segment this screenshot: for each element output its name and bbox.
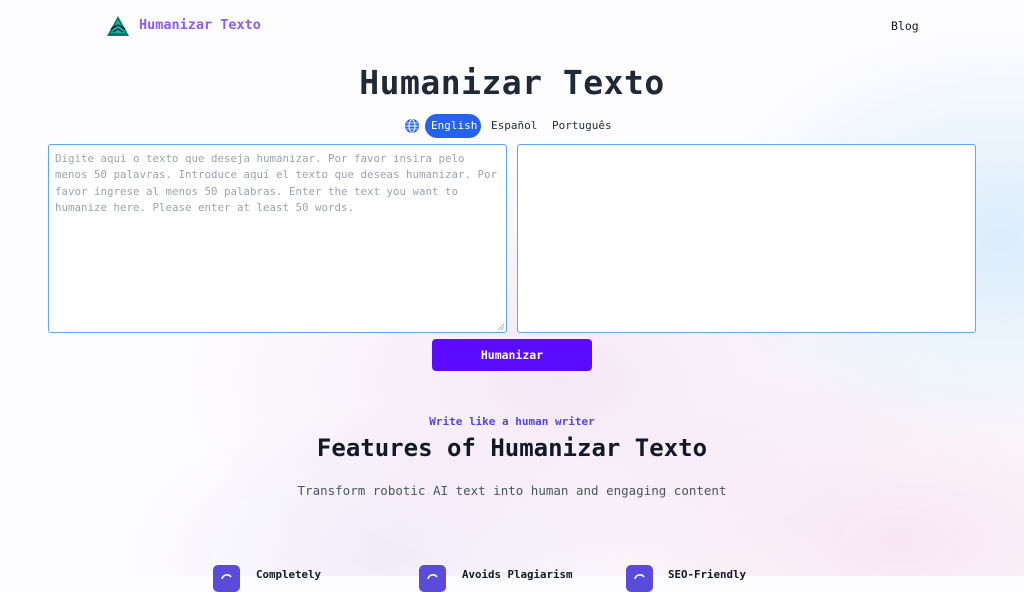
input-placeholder: Digite aqui o texto que deseja humanizar… [55, 152, 498, 214]
logo-icon[interactable] [106, 15, 130, 37]
input-textarea[interactable]: Digite aqui o texto que deseja humanizar… [48, 144, 507, 333]
lang-english[interactable]: English [425, 114, 481, 138]
refresh-icon [626, 565, 653, 592]
lang-espanol[interactable]: Español [485, 114, 543, 138]
nav-blog-link[interactable]: Blog [891, 19, 919, 33]
globe-icon [405, 119, 419, 133]
features-subtitle: Transform robotic AI text into human and… [297, 483, 727, 498]
feature-label-completely: Completely [256, 568, 322, 581]
features-title: Features of Humanizar Texto [316, 434, 708, 462]
resize-handle-icon[interactable] [497, 323, 504, 330]
humanize-button[interactable]: Humanizar [432, 339, 592, 371]
refresh-icon [419, 565, 446, 592]
output-textarea[interactable] [517, 144, 976, 333]
feature-label-seo-friendly: SEO-Friendly [668, 568, 747, 581]
features-eyebrow: Write like a human writer [429, 415, 595, 428]
page-title: Humanizar Texto [359, 63, 665, 102]
lang-portugues[interactable]: Português [546, 114, 618, 138]
site-header: Humanizar Texto Blog [0, 0, 1024, 52]
feature-label-avoids-plagiarism: Avoids Plagiarism [462, 568, 573, 581]
brand-link[interactable]: Humanizar Texto [139, 17, 261, 33]
refresh-icon [213, 565, 240, 592]
language-switcher: English Español Português [0, 114, 1024, 138]
